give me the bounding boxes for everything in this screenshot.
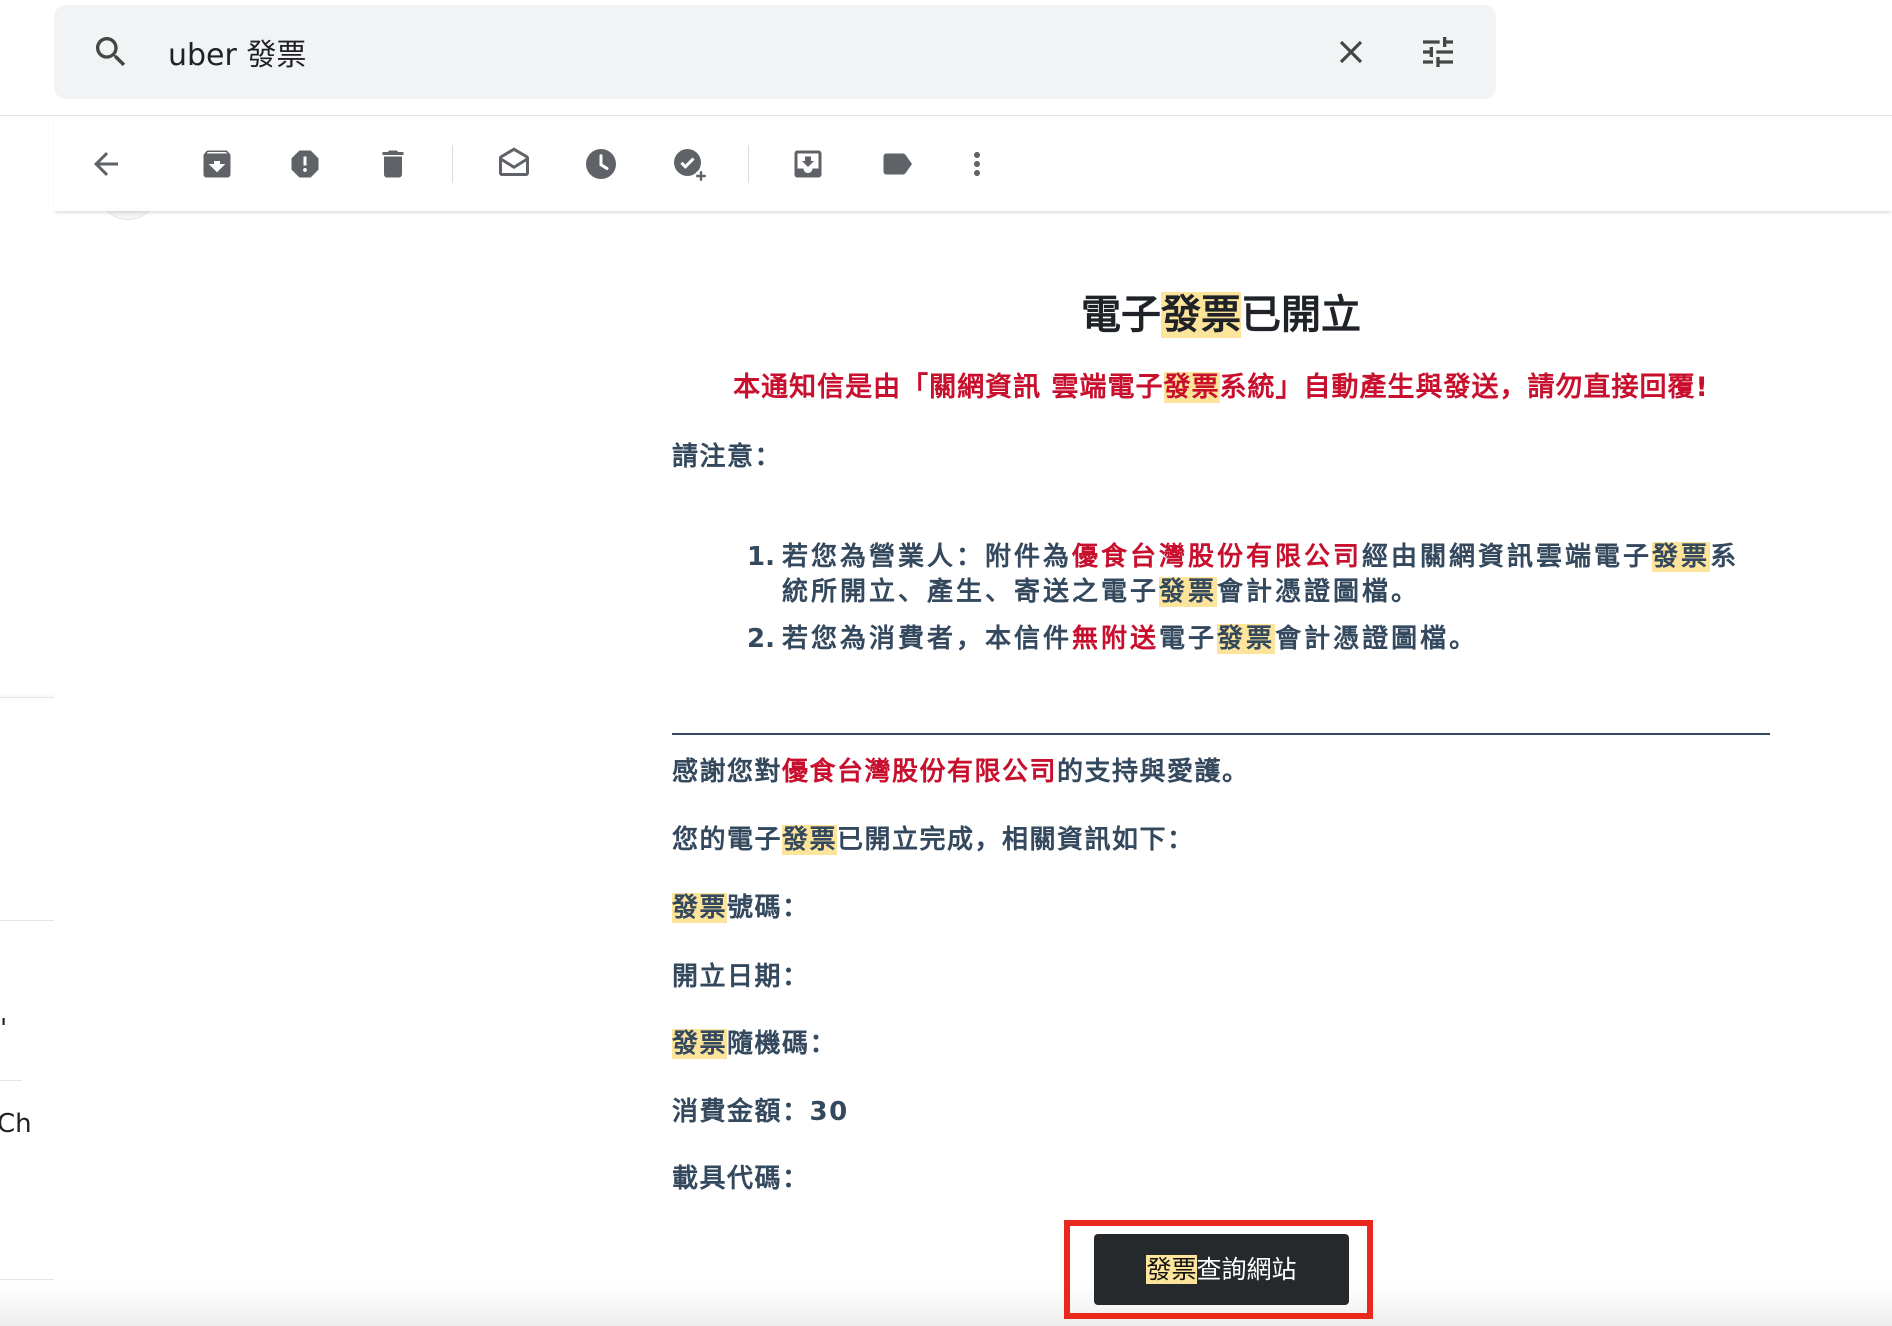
issue-date-field: 開立日期： <box>672 962 810 992</box>
intro-line: 您的電子發票已開立完成，相關資訊如下： <box>672 823 1195 857</box>
add-task-icon <box>674 149 707 182</box>
field-label: 號碼： <box>727 893 810 923</box>
archive-button[interactable] <box>193 140 241 188</box>
toolbar-divider <box>748 145 749 183</box>
note-number: 1. <box>747 542 775 572</box>
mark-unread-icon <box>499 147 529 176</box>
side-panel-fragment-text: Ch <box>0 1109 32 1139</box>
report-icon <box>291 150 319 178</box>
side-panel-fragment-glyph: ' <box>0 1014 8 1044</box>
company-name: 優食台灣股份有限公司 <box>1072 542 1363 572</box>
search-highlight: 發票 <box>782 825 838 855</box>
search-highlight: 發票 <box>1161 292 1241 338</box>
thanks-segment: 感謝您對 <box>672 757 783 787</box>
random-code-field: 發票隨機碼： <box>672 1027 837 1061</box>
amount-value: 30 <box>809 1097 849 1127</box>
arrow-back-icon <box>94 152 118 176</box>
label-icon <box>883 153 912 175</box>
search-highlight: 發票 <box>672 1029 728 1059</box>
auto-generated-notice: 本通知信是由「關網資訊 雲端電子發票系統」自動產生與發送，請勿直接回覆! <box>672 371 1770 405</box>
search-highlight: 發票 <box>672 893 728 923</box>
field-label: 隨機碼： <box>727 1029 838 1059</box>
notice-text: 本通知信是由「關網資訊 雲端電子 <box>733 372 1164 403</box>
note-segment: 電子 <box>1159 624 1218 654</box>
search-icon <box>96 37 126 67</box>
note-text: 若您為營業人：附件為優食台灣股份有限公司經由關網資訊雲端電子發票系 <box>782 540 1739 575</box>
note-text: 統所開立、產生、寄送之電子發票會計憑證圖檔。 <box>782 575 1420 610</box>
note-segment: 會計憑證圖檔。 <box>1217 577 1421 607</box>
emphasis-text: 無附送 <box>1072 624 1160 654</box>
search-highlight: 發票 <box>1217 624 1276 654</box>
annotation-highlight-box <box>1064 1220 1373 1319</box>
snooze-button[interactable] <box>577 140 625 188</box>
report-spam-button[interactable] <box>281 140 329 188</box>
back-button[interactable] <box>82 140 130 188</box>
archive-icon <box>203 150 231 178</box>
search-highlight: 發票 <box>1163 372 1220 403</box>
more-vert-icon <box>974 152 980 176</box>
thanks-segment: 的支持與愛護。 <box>1057 757 1250 787</box>
snooze-icon <box>586 149 616 179</box>
search-highlight: 發票 <box>1159 577 1218 607</box>
note-segment: 會計憑證圖檔。 <box>1275 624 1479 654</box>
intro-segment: 已開立完成，相關資訊如下： <box>837 825 1195 855</box>
attention-label: 請注意： <box>672 442 783 472</box>
toolbar-divider <box>452 145 453 183</box>
add-task-button[interactable] <box>665 140 713 188</box>
message-toolbar <box>54 116 1892 211</box>
note-number: 2. <box>747 624 775 654</box>
title-text: 電子 <box>1081 292 1161 338</box>
field-label: 消費金額： <box>672 1097 810 1127</box>
thanks-line: 感謝您對優食台灣股份有限公司的支持與愛護。 <box>672 755 1250 789</box>
notice-text: 系統」自動產生與發送，請勿直接回覆! <box>1219 372 1709 403</box>
search-highlight: 發票 <box>1652 542 1711 572</box>
more-button[interactable] <box>953 140 1001 188</box>
delete-icon <box>382 150 404 178</box>
section-divider <box>672 733 1770 735</box>
side-panel-edge <box>0 697 54 698</box>
move-to-inbox-icon <box>794 150 822 178</box>
note-segment: 若您為營業人：附件為 <box>782 542 1073 572</box>
label-button[interactable] <box>873 140 921 188</box>
title-text: 已開立 <box>1241 292 1361 338</box>
intro-segment: 您的電子 <box>672 825 783 855</box>
company-name: 優食台灣股份有限公司 <box>782 757 1058 787</box>
note-segment: 系 <box>1710 542 1740 572</box>
side-panel-divider <box>0 1080 22 1081</box>
search-button[interactable] <box>91 32 131 72</box>
note-segment: 經由關網資訊雲端電子 <box>1362 542 1653 572</box>
amount-field: 消費金額：30 <box>672 1095 849 1129</box>
side-panel-divider <box>0 1279 54 1280</box>
side-panel-divider <box>0 920 54 921</box>
email-title: 電子發票已開立 <box>672 291 1770 339</box>
carrier-code-field: 載具代碼： <box>672 1164 810 1194</box>
note-text: 若您為消費者，本信件無附送電子發票會計憑證圖檔。 <box>782 622 1478 657</box>
invoice-number-field: 發票號碼： <box>672 891 810 925</box>
note-segment: 統所開立、產生、寄送之電子 <box>782 577 1160 607</box>
note-segment: 若您為消費者，本信件 <box>782 624 1073 654</box>
delete-button[interactable] <box>369 140 417 188</box>
move-to-button[interactable] <box>784 140 832 188</box>
mark-unread-button[interactable] <box>490 140 538 188</box>
